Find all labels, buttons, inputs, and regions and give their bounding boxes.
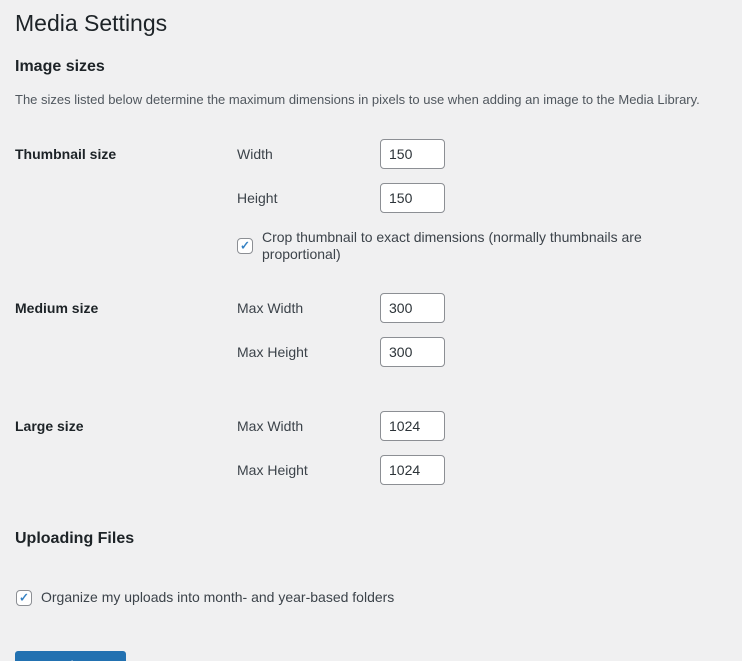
settings-content: Media Settings Image sizes The sizes lis… bbox=[0, 0, 742, 661]
large-width-input[interactable] bbox=[380, 411, 445, 441]
organize-uploads-checkbox-row[interactable]: ✓ Organize my uploads into month- and ye… bbox=[16, 589, 722, 606]
image-sizes-form: Thumbnail size Width Height ✓ Crop thumb… bbox=[15, 139, 722, 485]
medium-width-row: Max Width bbox=[237, 293, 722, 323]
thumbnail-width-input[interactable] bbox=[380, 139, 445, 169]
organize-uploads-checkbox[interactable]: ✓ bbox=[16, 590, 32, 606]
medium-height-row: Max Height bbox=[237, 337, 722, 367]
thumbnail-height-input[interactable] bbox=[380, 183, 445, 213]
medium-size-label: Medium size bbox=[15, 293, 237, 317]
organize-uploads-label: Organize my uploads into month- and year… bbox=[41, 589, 394, 606]
thumbnail-width-label: Width bbox=[237, 146, 380, 162]
large-height-row: Max Height bbox=[237, 455, 722, 485]
uploading-files-heading: Uploading Files bbox=[15, 530, 722, 547]
large-size-label: Large size bbox=[15, 411, 237, 435]
medium-height-input[interactable] bbox=[380, 337, 445, 367]
large-width-label: Max Width bbox=[237, 418, 380, 434]
checkmark-icon: ✓ bbox=[19, 591, 29, 603]
large-height-input[interactable] bbox=[380, 455, 445, 485]
media-settings-page: Media Settings Image sizes The sizes lis… bbox=[0, 0, 742, 670]
medium-size-row: Medium size Max Width Max Height bbox=[15, 293, 722, 367]
large-height-label: Max Height bbox=[237, 462, 380, 478]
thumbnail-width-row: Width bbox=[237, 139, 722, 169]
save-changes-button[interactable]: Save Changes bbox=[15, 651, 126, 661]
medium-height-label: Max Height bbox=[237, 344, 380, 360]
medium-width-label: Max Width bbox=[237, 300, 380, 316]
checkmark-icon: ✓ bbox=[240, 240, 250, 252]
crop-thumbnail-checkbox-row[interactable]: ✓ Crop thumbnail to exact dimensions (no… bbox=[237, 229, 722, 263]
thumbnail-size-label: Thumbnail size bbox=[15, 139, 237, 163]
large-size-row: Large size Max Width Max Height bbox=[15, 411, 722, 485]
large-size-fields: Max Width Max Height bbox=[237, 411, 722, 485]
thumbnail-size-fields: Width Height ✓ Crop thumbnail to exact d… bbox=[237, 139, 722, 263]
thumbnail-height-label: Height bbox=[237, 190, 380, 206]
image-sizes-description: The sizes listed below determine the max… bbox=[15, 92, 722, 107]
crop-thumbnail-label: Crop thumbnail to exact dimensions (norm… bbox=[262, 229, 722, 263]
medium-width-input[interactable] bbox=[380, 293, 445, 323]
large-width-row: Max Width bbox=[237, 411, 722, 441]
thumbnail-size-row: Thumbnail size Width Height ✓ Crop thumb… bbox=[15, 139, 722, 263]
page-title: Media Settings bbox=[15, 0, 722, 38]
medium-size-fields: Max Width Max Height bbox=[237, 293, 722, 367]
image-sizes-heading: Image sizes bbox=[15, 58, 722, 75]
thumbnail-height-row: Height bbox=[237, 183, 722, 213]
footer-strip bbox=[0, 661, 742, 670]
crop-thumbnail-checkbox[interactable]: ✓ bbox=[237, 238, 253, 254]
